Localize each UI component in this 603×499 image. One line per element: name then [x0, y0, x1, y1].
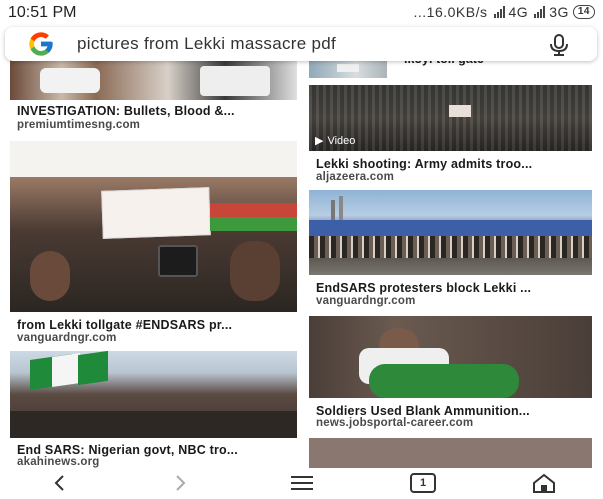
result-thumbnail[interactable]	[10, 58, 297, 100]
signal-icon	[493, 6, 505, 18]
browser-nav-bar: 1	[0, 468, 603, 499]
status-time: 10:51 PM	[8, 4, 77, 21]
mic-icon[interactable]	[549, 34, 569, 56]
result-title[interactable]: Soldiers Used Blank Ammunition...	[316, 404, 530, 418]
result-thumbnail[interactable]	[309, 316, 592, 398]
result-title[interactable]: INVESTIGATION: Bullets, Blood &...	[17, 104, 235, 118]
result-thumbnail[interactable]	[10, 141, 297, 312]
result-title[interactable]: Lekki shooting: Army admits troo...	[316, 157, 532, 171]
network-speed: ...16.0KB/s	[413, 4, 488, 20]
network-type-1: 4G	[508, 4, 529, 20]
tabs-count: 1	[419, 477, 427, 489]
search-bar[interactable]: pictures from Lekki massacre pdf	[5, 27, 597, 61]
chevron-left-icon	[54, 475, 64, 491]
signal-icon-2	[534, 6, 546, 18]
tabs-button[interactable]: 1	[408, 472, 438, 494]
play-icon: ▶	[315, 135, 324, 147]
result-title[interactable]: from Lekki tollgate #ENDSARS pr...	[17, 318, 232, 332]
search-query[interactable]: pictures from Lekki massacre pdf	[77, 34, 336, 54]
result-thumbnail[interactable]	[309, 58, 387, 78]
home-icon	[533, 473, 555, 493]
back-button[interactable]	[45, 472, 75, 494]
home-button[interactable]	[529, 472, 559, 494]
chevron-right-icon	[176, 475, 186, 491]
result-thumbnail[interactable]	[10, 351, 297, 438]
battery-icon: 14	[572, 5, 595, 19]
status-bar: 10:51 PM ...16.0KB/s 4G 3G 14	[0, 0, 603, 26]
forward-button[interactable]	[165, 472, 195, 494]
video-badge-label: Video	[327, 134, 356, 147]
result-title[interactable]: End SARS: Nigerian govt, NBC tro...	[17, 443, 238, 457]
result-source: aljazeera.com	[316, 171, 395, 183]
result-source: akahinews.org	[17, 456, 100, 468]
result-title[interactable]: EndSARS protesters block Lekki ...	[316, 281, 531, 295]
result-source: news.jobsportal-career.com	[316, 417, 474, 429]
result-thumbnail[interactable]	[309, 190, 592, 275]
status-indicators: ...16.0KB/s 4G 3G 14	[414, 4, 595, 20]
result-thumbnail[interactable]	[309, 438, 592, 468]
result-source: vanguardngr.com	[316, 295, 416, 307]
result-source: premiumtimesng.com	[17, 119, 141, 131]
result-source: vanguardngr.com	[17, 332, 117, 344]
video-badge: ▶ Video	[315, 134, 356, 148]
hamburger-menu-icon	[291, 476, 313, 490]
result-thumbnail[interactable]: ▶ Video	[309, 85, 592, 151]
google-g-logo	[29, 32, 53, 56]
network-type-2: 3G	[549, 4, 569, 20]
menu-button[interactable]	[287, 472, 317, 494]
